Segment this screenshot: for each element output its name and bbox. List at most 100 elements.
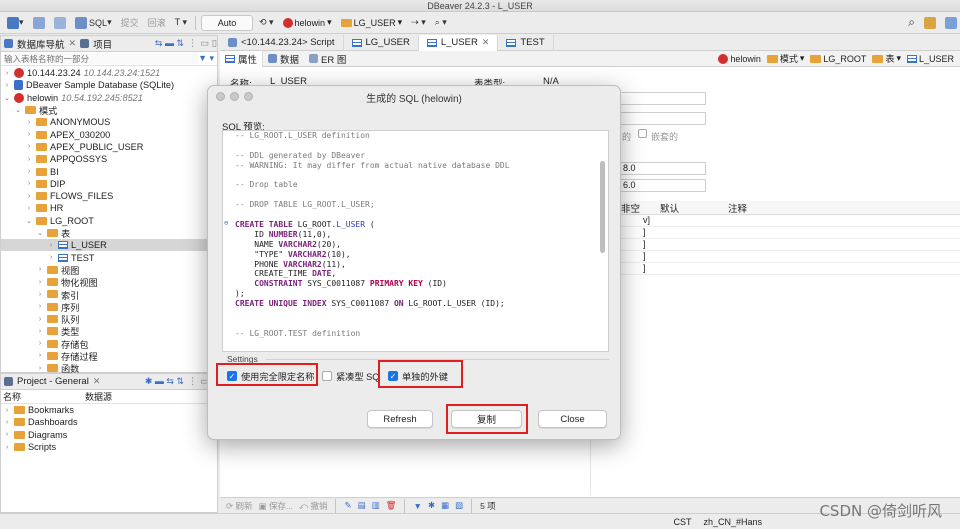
tab-project-general[interactable]: Project - General xyxy=(17,376,89,387)
chevron-right-icon[interactable]: › xyxy=(36,352,44,359)
editor-connection-crumb[interactable]: helowin xyxy=(715,51,764,67)
save-button[interactable]: ▣ 保存... xyxy=(259,500,294,512)
sql-editor-button[interactable]: SQL ▾ xyxy=(72,15,115,31)
table-row[interactable]: ] xyxy=(615,251,960,263)
chevron-right-icon[interactable]: › xyxy=(36,291,44,298)
close-button[interactable]: Close xyxy=(538,410,607,428)
chevron-right-icon[interactable]: › xyxy=(25,156,33,163)
tree-item[interactable]: ⌄ helowin 10.54.192.245:8521 xyxy=(1,92,217,104)
table-row[interactable]: ] xyxy=(615,263,960,275)
tree-item[interactable]: › TEST xyxy=(1,251,217,263)
add-column-icon[interactable]: ▤ xyxy=(358,500,366,511)
perspective-icon[interactable] xyxy=(921,15,939,31)
tree-item[interactable]: › APPQOSSYS xyxy=(1,153,217,165)
zoom-window-button[interactable] xyxy=(244,92,253,101)
refresh-icon[interactable] xyxy=(51,15,69,31)
close-icon[interactable]: ✕ xyxy=(482,37,490,48)
cancel-button[interactable]: ⤺ 撤销 xyxy=(299,500,327,512)
edit-icon[interactable]: ✎ xyxy=(344,500,351,511)
tab-database-navigator[interactable]: 数据库导航 xyxy=(17,37,65,51)
chevron-right-icon[interactable]: › xyxy=(3,82,11,89)
chevron-right-icon[interactable]: › xyxy=(36,279,44,286)
tree-item[interactable]: › HR xyxy=(1,202,217,214)
commit-button[interactable]: 提交 xyxy=(118,15,142,31)
disconnect-icon[interactable] xyxy=(30,15,48,31)
editor-tab[interactable]: L_USER ✕ xyxy=(418,34,499,51)
close-icon[interactable]: ✕ xyxy=(69,38,77,49)
chevron-right-icon[interactable]: › xyxy=(3,70,11,77)
chevron-right-icon[interactable]: › xyxy=(36,328,44,335)
chevron-right-icon[interactable]: › xyxy=(36,316,44,323)
project-item[interactable]: › Dashboards xyxy=(1,416,217,428)
tree-item[interactable]: › 视图 xyxy=(1,264,217,276)
active-schema-selector[interactable]: LG_USER ▾ xyxy=(338,15,406,31)
tab-er-diagram[interactable]: ER 图 xyxy=(304,51,351,67)
fold-icon[interactable]: ⊖ xyxy=(224,219,228,227)
editor-tab[interactable]: LG_USER xyxy=(344,34,419,51)
navigator-filter-input[interactable] xyxy=(4,53,199,64)
close-icon[interactable]: ✕ xyxy=(93,376,101,387)
tree-item[interactable]: › 序列 xyxy=(1,301,217,313)
property-value-2[interactable]: 6.0 xyxy=(620,179,706,192)
nested-checkbox[interactable] xyxy=(638,129,647,141)
compact-sql-option[interactable]: 紧凑型 SQL xyxy=(322,369,379,383)
history-icon[interactable]: ⟲ ▾ xyxy=(256,15,277,31)
table-row[interactable]: ] xyxy=(615,239,960,251)
tree-item[interactable]: › BI xyxy=(1,165,217,177)
tree-item[interactable]: › 索引 xyxy=(1,288,217,301)
refresh-button[interactable]: ⟳ 刷新 xyxy=(226,500,253,512)
perspective-switch-icon[interactable] xyxy=(942,15,960,31)
view-menu-icon[interactable]: ⋮ ▭ ▯ xyxy=(188,38,217,49)
navigate-icon[interactable]: ⇢ ▾ xyxy=(408,15,429,31)
tree-item[interactable]: › 存储包 xyxy=(1,338,217,350)
chevron-right-icon[interactable]: › xyxy=(3,444,11,451)
chevron-right-icon[interactable]: › xyxy=(25,168,33,175)
tree-item[interactable]: › 存储过程 xyxy=(1,350,217,362)
table-row[interactable]: ] xyxy=(615,227,960,239)
filter-icon[interactable]: ▼ ▾ xyxy=(198,53,214,64)
link-editor-icon[interactable]: ⇆ ▬ ⇅ xyxy=(155,38,184,49)
rollback-button[interactable]: 回滚 xyxy=(145,15,169,31)
chevron-right-icon[interactable]: › xyxy=(36,365,44,372)
project-item[interactable]: › Diagrams xyxy=(1,429,217,441)
editor-table-crumb[interactable]: L_USER xyxy=(904,51,960,67)
chevron-right-icon[interactable]: › xyxy=(47,242,55,249)
sql-scrollbar[interactable] xyxy=(600,161,605,253)
filter-icon[interactable]: ▼ xyxy=(413,501,421,511)
sql-preview-editor[interactable]: -- LG_ROOT.L_USER definition -- DDL gener… xyxy=(222,130,609,352)
chevron-right-icon[interactable]: › xyxy=(25,205,33,212)
chevron-right-icon[interactable]: › xyxy=(36,340,44,347)
minimize-window-button[interactable] xyxy=(230,92,239,101)
tree-item[interactable]: › L_USER xyxy=(1,239,217,252)
tree-item[interactable]: ⌄ 模式 xyxy=(1,104,217,116)
delete-icon[interactable]: 🗑 xyxy=(386,500,397,511)
chevron-right-icon[interactable]: › xyxy=(3,407,11,414)
tree-item[interactable]: ⌄ 表 xyxy=(1,227,217,239)
property-field[interactable] xyxy=(620,92,706,105)
active-connection-selector[interactable]: helowin ▾ xyxy=(280,15,335,31)
editor-schema-crumb[interactable]: 模式 ▾ xyxy=(764,51,808,67)
chevron-right-icon[interactable]: › xyxy=(25,193,33,200)
chevron-down-icon[interactable]: ⌄ xyxy=(25,217,33,225)
chevron-right-icon[interactable]: › xyxy=(36,303,44,310)
tree-item[interactable]: › 物化视图 xyxy=(1,276,217,288)
global-search-icon[interactable]: ⌕ xyxy=(905,15,918,31)
tree-item[interactable]: › APEX_PUBLIC_USER xyxy=(1,141,217,153)
property-field[interactable] xyxy=(620,112,706,125)
tree-item[interactable]: › 队列 xyxy=(1,313,217,325)
copy-column-icon[interactable]: ▥ xyxy=(372,500,380,511)
tree-item[interactable]: › APEX_030200 xyxy=(1,128,217,140)
chevron-right-icon[interactable]: › xyxy=(3,431,11,438)
db-connect-icon[interactable]: ▾ xyxy=(4,15,27,31)
tree-item[interactable]: › FLOWS_FILES xyxy=(1,190,217,202)
tree-item[interactable]: › 类型 xyxy=(1,325,217,337)
tab-data[interactable]: 数据 xyxy=(263,51,304,67)
tree-item[interactable]: › DIP xyxy=(1,178,217,190)
editor-root-crumb[interactable]: LG_ROOT xyxy=(807,51,869,67)
close-window-button[interactable] xyxy=(216,92,225,101)
project-item[interactable]: › Scripts xyxy=(1,441,217,453)
settings-icon[interactable]: ✱ xyxy=(428,500,435,511)
export-icon[interactable]: ▧ xyxy=(455,500,463,511)
chevron-right-icon[interactable]: › xyxy=(3,419,11,426)
editor-tab[interactable]: <10.144.23.24> Script xyxy=(220,34,344,51)
